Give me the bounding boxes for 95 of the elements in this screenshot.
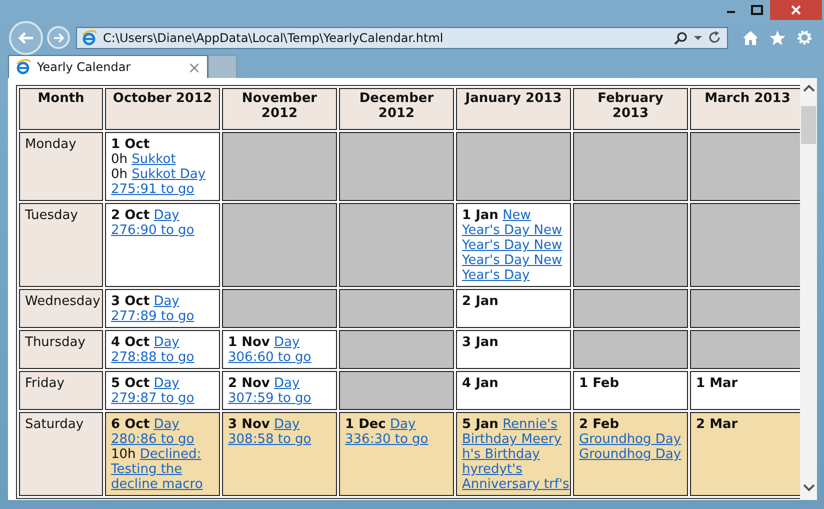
event-link[interactable]: Year's Day New [462, 238, 562, 253]
date-label: 1 Dec [345, 417, 386, 432]
tab-title: Yearly Calendar [37, 60, 132, 74]
home-icon[interactable] [742, 30, 759, 46]
date-label: 2 Nov [228, 376, 270, 391]
date-label: 3 Oct [111, 294, 150, 309]
forward-button[interactable] [47, 26, 70, 49]
arrow-right-icon [52, 32, 64, 42]
event-link[interactable]: Anniversary trf's [462, 477, 570, 492]
column-header: January 2013 [456, 88, 571, 130]
browser-tab[interactable]: Yearly Calendar × [8, 55, 208, 78]
back-button[interactable] [9, 20, 43, 54]
close-button[interactable] [770, 0, 822, 20]
event-link[interactable]: Groundhog Day [579, 447, 682, 462]
event-link[interactable]: Day [274, 335, 300, 350]
time-label: 0h [111, 152, 128, 167]
countdown-link[interactable]: 306:60 to go [228, 350, 312, 365]
event-link[interactable]: Day [274, 417, 300, 432]
countdown-link[interactable]: 277:89 to go [111, 309, 194, 324]
date-label: 6 Oct [111, 417, 150, 432]
date-label: 4 Oct [111, 335, 150, 350]
maximize-icon [751, 5, 763, 15]
address-text: C:\Users\Diane\AppData\Local\Temp\YearlyCalendar.html [103, 30, 444, 44]
event-link[interactable]: Year's Day New [462, 223, 562, 238]
date-label: 2 Jan [462, 294, 498, 309]
column-header: November 2012 [222, 88, 337, 130]
weekday-cell: Saturday [19, 412, 103, 496]
vertical-scrollbar[interactable] [800, 78, 817, 500]
countdown-link[interactable]: 276:90 to go [111, 223, 194, 238]
event-link[interactable]: Day [154, 417, 180, 432]
countdown-link[interactable]: 278:88 to go [111, 350, 194, 365]
scroll-down-icon[interactable] [802, 484, 814, 492]
event-link[interactable]: Year's Day New [462, 253, 562, 268]
refresh-icon[interactable] [708, 31, 721, 44]
time-label: 0h [111, 167, 128, 182]
countdown-link[interactable]: 308:58 to go [228, 432, 312, 447]
event-link[interactable]: Day [274, 376, 300, 391]
column-header: March 2013 [690, 88, 800, 130]
date-label: 2 Mar [696, 417, 738, 432]
event-link[interactable]: Birthday Meery [462, 432, 562, 447]
date-label: 1 Oct [111, 137, 150, 152]
countdown-link[interactable]: 280:86 to go [111, 432, 194, 447]
close-icon [790, 4, 802, 16]
event-link[interactable]: Day [390, 417, 416, 432]
event-link[interactable]: Day [154, 335, 180, 350]
countdown-link[interactable]: 336:30 to go [345, 432, 428, 447]
date-label: 1 Mar [696, 376, 738, 391]
countdown-link[interactable]: 279:87 to go [111, 391, 194, 406]
date-label: 5 Oct [111, 376, 150, 391]
event-link[interactable]: New [502, 208, 531, 223]
event-link[interactable]: hyredyt's [462, 462, 522, 477]
event-link[interactable]: Day [154, 294, 180, 309]
date-label: 4 Jan [462, 376, 498, 391]
caret-icon[interactable] [694, 34, 702, 40]
date-label: 1 Nov [228, 335, 270, 350]
column-header: December 2012 [339, 88, 454, 130]
browser-logo-icon [81, 30, 97, 46]
weekday-cell: Thursday [19, 330, 103, 369]
date-label: 2 Oct [111, 208, 150, 223]
weekday-cell: Wednesday [19, 289, 103, 328]
event-link[interactable]: Sukkot Day [132, 167, 206, 182]
column-header: October 2012 [105, 88, 220, 130]
browser-logo-icon [15, 59, 31, 75]
star-icon[interactable] [769, 30, 786, 46]
date-label: 1 Jan [462, 208, 498, 223]
scroll-up-icon[interactable] [802, 84, 814, 92]
weekday-cell: Friday [19, 371, 103, 410]
countdown-link[interactable]: 307:59 to go [228, 391, 312, 406]
event-link[interactable]: Year's Day [462, 268, 530, 283]
tab-close-button[interactable]: × [188, 58, 201, 76]
event-link[interactable]: Sukkot [132, 152, 176, 167]
event-link[interactable]: h's Birthday [462, 447, 540, 462]
event-link[interactable]: Testing the [111, 462, 182, 477]
event-link[interactable]: Day [154, 376, 180, 391]
date-label: 1 Feb [579, 376, 620, 391]
event-link[interactable]: decline macro [111, 477, 203, 492]
countdown-link[interactable]: 275:91 to go [111, 182, 194, 197]
date-label: 3 Jan [462, 335, 498, 350]
event-link[interactable]: Day [154, 208, 180, 223]
arrow-left-icon [17, 30, 35, 44]
date-label: 2 Feb [579, 417, 620, 432]
time-label: 10h [111, 447, 136, 462]
weekday-cell: Tuesday [19, 203, 103, 287]
column-header: Month [19, 88, 103, 130]
weekday-cell: Monday [19, 132, 103, 201]
event-link[interactable]: Declined: [140, 447, 202, 462]
address-field[interactable]: C:\Users\Diane\AppData\Local\Temp\YearlyCalendar.html [76, 26, 728, 48]
settings-icon[interactable] [796, 29, 813, 46]
scrollbar-thumb[interactable] [801, 106, 816, 144]
column-header: February 2013 [573, 88, 688, 130]
event-link[interactable]: Groundhog Day [579, 432, 682, 447]
search-icon[interactable] [674, 30, 688, 44]
date-label: 5 Jan [462, 417, 498, 432]
event-link[interactable]: Rennie's [502, 417, 558, 432]
date-label: 3 Nov [228, 417, 270, 432]
